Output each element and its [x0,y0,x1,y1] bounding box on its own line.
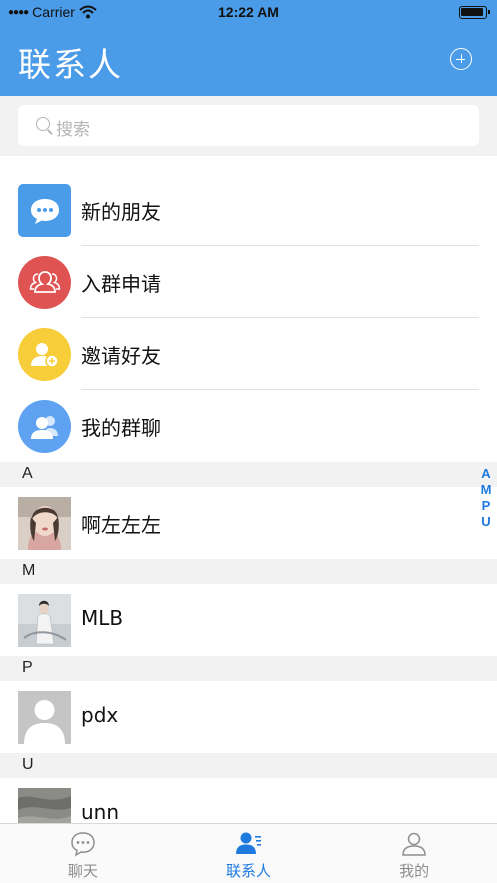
default-avatar-icon [18,691,71,744]
new-friends-item[interactable]: 新的朋友 [0,174,497,246]
section-header-p: P [0,656,497,681]
index-letter[interactable]: P [482,498,491,514]
invite-friends-label: 邀请好友 [81,344,161,368]
add-user-icon [18,328,71,381]
section-letter: U [22,756,34,773]
contact-name: unn [81,800,120,824]
function-list: 新的朋友 入群申请 邀请好友 我的群聊 [0,174,497,462]
battery-icon [459,6,490,19]
group-icon [18,256,71,309]
search-placeholder: 搜索 [56,120,90,140]
tab-profile[interactable]: 我的 [331,824,497,883]
my-groups-item[interactable]: 我的群聊 [0,390,497,462]
chat-bubble-icon [18,184,71,237]
section-header-m: M [0,559,497,584]
contact-row[interactable]: 啊左左左 [0,487,497,559]
search-area: 搜索 [0,96,497,156]
my-groups-label: 我的群聊 [81,416,161,440]
tab-bar: 聊天 联系人 我的 [0,823,497,883]
chat-icon [71,832,95,857]
section-letter: P [22,659,33,676]
section-letter: M [22,562,36,579]
section-header-a: A [0,462,497,487]
status-time: 12:22 AM [218,4,279,20]
new-friends-label: 新的朋友 [81,200,161,224]
nav-bar: 联系人 [0,24,497,96]
group-request-item[interactable]: 入群申请 [0,246,497,318]
search-input[interactable]: 搜索 [18,105,479,146]
contact-name: 啊左左左 [81,513,161,537]
alphabet-index[interactable]: A M P U [479,466,493,530]
search-icon [36,117,50,131]
tab-chat[interactable]: 聊天 [0,824,166,883]
tab-chat-label: 聊天 [67,862,98,880]
tab-contacts[interactable]: 联系人 [166,824,332,883]
contact-name: pdx [81,703,119,727]
avatar [18,497,71,550]
group-request-label: 入群申请 [81,272,161,296]
avatar [18,594,71,647]
plus-circle-icon[interactable] [450,48,472,70]
index-letter[interactable]: A [481,466,490,482]
section-letter: A [22,465,33,482]
status-bar: ●●●● Carrier 12:22 AM [0,0,497,24]
contact-row[interactable]: pdx [0,681,497,753]
index-letter[interactable]: M [481,482,492,498]
group-chat-icon [18,400,71,453]
index-letter[interactable]: U [481,514,490,530]
contact-row[interactable]: MLB [0,584,497,656]
profile-icon [402,832,426,856]
invite-friends-item[interactable]: 邀请好友 [0,318,497,390]
section-header-u: U [0,753,497,778]
page-title: 联系人 [18,45,123,84]
contact-name: MLB [81,606,124,630]
tab-profile-label: 我的 [399,862,430,880]
tab-contacts-label: 联系人 [226,862,272,880]
contacts-icon [235,832,261,854]
